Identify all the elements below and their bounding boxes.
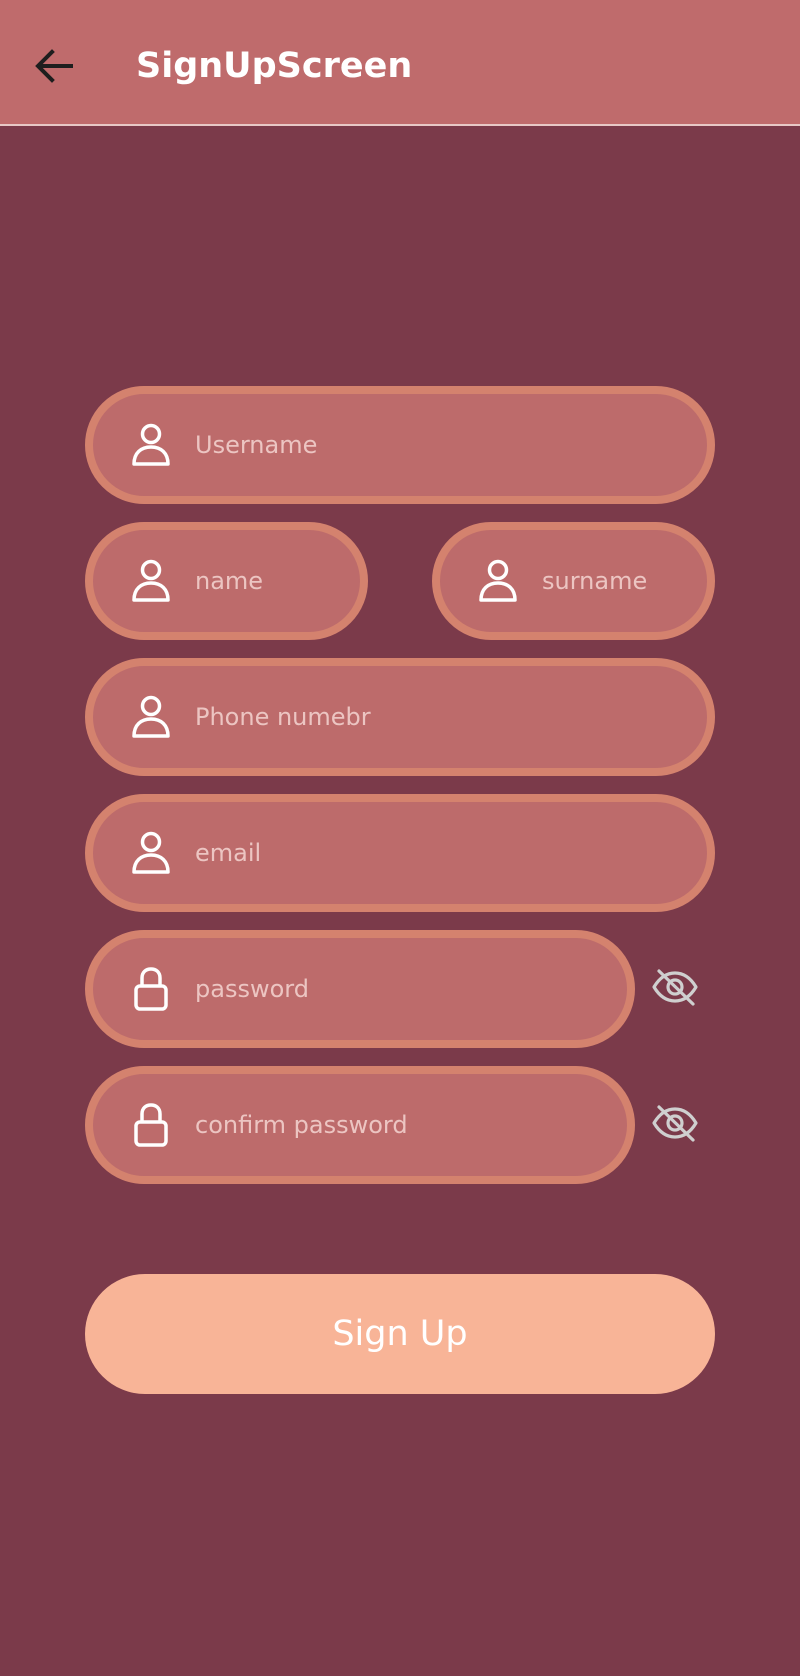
- phone-input[interactable]: Phone numebr: [195, 703, 371, 731]
- person-icon: [129, 830, 173, 876]
- page-title: SignUpScreen: [136, 46, 413, 86]
- person-icon: [129, 422, 173, 468]
- password-field[interactable]: password: [85, 930, 635, 1048]
- arrow-left-icon: [35, 49, 73, 83]
- lock-icon: [129, 1102, 173, 1148]
- person-icon: [129, 558, 173, 604]
- app-bar: SignUpScreen: [0, 0, 800, 126]
- eye-off-icon: [652, 969, 698, 1006]
- surname-field[interactable]: surname: [432, 522, 715, 640]
- person-icon: [129, 694, 173, 740]
- username-input[interactable]: Username: [195, 431, 317, 459]
- username-field[interactable]: Username: [85, 386, 715, 504]
- eye-off-icon: [652, 1105, 698, 1142]
- phone-field[interactable]: Phone numebr: [85, 658, 715, 776]
- toggle-password-visibility-button[interactable]: [648, 960, 702, 1014]
- toggle-confirm-password-visibility-button[interactable]: [648, 1096, 702, 1150]
- lock-icon: [129, 966, 173, 1012]
- confirm-password-input[interactable]: confirm password: [195, 1111, 408, 1139]
- email-input[interactable]: email: [195, 839, 261, 867]
- person-icon: [476, 558, 520, 604]
- signup-button-label: Sign Up: [332, 1314, 468, 1354]
- confirm-password-field[interactable]: confirm password: [85, 1066, 635, 1184]
- password-input[interactable]: password: [195, 975, 309, 1003]
- name-input[interactable]: name: [195, 567, 263, 595]
- surname-input[interactable]: surname: [542, 567, 647, 595]
- signup-button[interactable]: Sign Up: [85, 1274, 715, 1394]
- back-button[interactable]: [26, 38, 82, 94]
- name-field[interactable]: name: [85, 522, 368, 640]
- email-field[interactable]: email: [85, 794, 715, 912]
